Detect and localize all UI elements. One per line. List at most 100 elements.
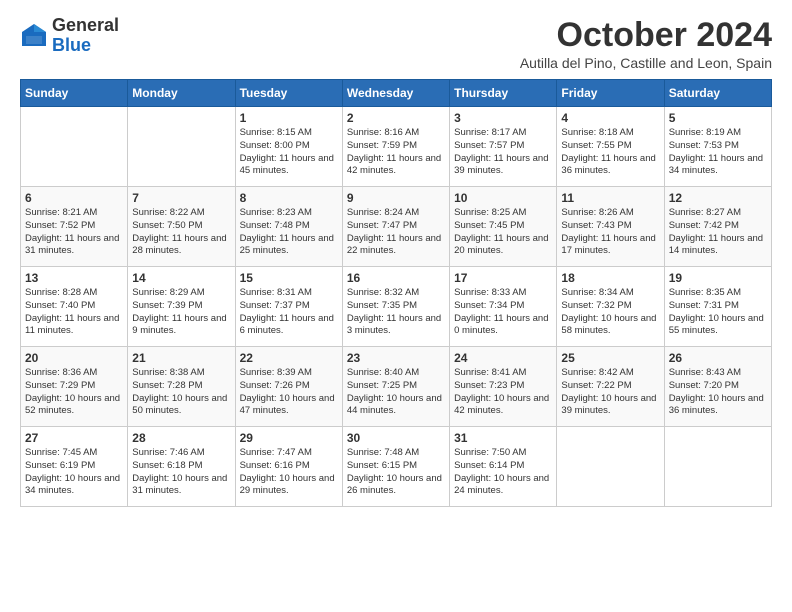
month-title: October 2024 — [520, 16, 772, 55]
calendar-cell: 19 Sunrise: 8:35 AMSunset: 7:31 PMDayligh… — [664, 267, 771, 347]
calendar-cell: 30 Sunrise: 7:48 AMSunset: 6:15 PMDayligh… — [342, 427, 449, 507]
day-number: 24 — [454, 351, 552, 365]
page: General Blue October 2024 Autilla del Pi… — [0, 0, 792, 523]
day-number: 29 — [240, 431, 338, 445]
day-detail: Sunrise: 8:40 AMSunset: 7:25 PMDaylight:… — [347, 367, 445, 418]
day-number: 30 — [347, 431, 445, 445]
day-detail: Sunrise: 8:41 AMSunset: 7:23 PMDaylight:… — [454, 367, 552, 418]
calendar-cell — [21, 107, 128, 187]
day-detail: Sunrise: 8:18 AMSunset: 7:55 PMDaylight:… — [561, 127, 659, 178]
day-detail: Sunrise: 8:26 AMSunset: 7:43 PMDaylight:… — [561, 207, 659, 258]
calendar-cell: 9 Sunrise: 8:24 AMSunset: 7:47 PMDaylight… — [342, 187, 449, 267]
calendar-cell: 10 Sunrise: 8:25 AMSunset: 7:45 PMDayligh… — [450, 187, 557, 267]
day-detail: Sunrise: 7:45 AMSunset: 6:19 PMDaylight:… — [25, 447, 123, 498]
day-detail: Sunrise: 8:24 AMSunset: 7:47 PMDaylight:… — [347, 207, 445, 258]
logo-text: General Blue — [52, 16, 119, 56]
day-number: 23 — [347, 351, 445, 365]
day-number: 16 — [347, 271, 445, 285]
calendar-table: SundayMondayTuesdayWednesdayThursdayFrid… — [20, 79, 772, 507]
day-detail: Sunrise: 8:34 AMSunset: 7:32 PMDaylight:… — [561, 287, 659, 338]
day-number: 14 — [132, 271, 230, 285]
day-number: 10 — [454, 191, 552, 205]
calendar-cell: 27 Sunrise: 7:45 AMSunset: 6:19 PMDayligh… — [21, 427, 128, 507]
day-detail: Sunrise: 8:28 AMSunset: 7:40 PMDaylight:… — [25, 287, 123, 338]
calendar-cell: 26 Sunrise: 8:43 AMSunset: 7:20 PMDayligh… — [664, 347, 771, 427]
day-number: 19 — [669, 271, 767, 285]
day-detail: Sunrise: 7:48 AMSunset: 6:15 PMDaylight:… — [347, 447, 445, 498]
day-detail: Sunrise: 8:23 AMSunset: 7:48 PMDaylight:… — [240, 207, 338, 258]
day-number: 13 — [25, 271, 123, 285]
day-detail: Sunrise: 8:31 AMSunset: 7:37 PMDaylight:… — [240, 287, 338, 338]
day-number: 12 — [669, 191, 767, 205]
day-detail: Sunrise: 8:42 AMSunset: 7:22 PMDaylight:… — [561, 367, 659, 418]
day-number: 7 — [132, 191, 230, 205]
weekday-header-row: SundayMondayTuesdayWednesdayThursdayFrid… — [21, 80, 772, 107]
day-number: 21 — [132, 351, 230, 365]
calendar-cell: 22Sunrise: 8:39 AMSunset: 7:26 PMDayligh… — [235, 347, 342, 427]
day-number: 2 — [347, 111, 445, 125]
calendar-week-row: 1Sunrise: 8:15 AMSunset: 8:00 PMDaylight… — [21, 107, 772, 187]
title-block: October 2024 Autilla del Pino, Castille … — [520, 16, 772, 71]
weekday-header-sunday: Sunday — [21, 80, 128, 107]
logo: General Blue — [20, 16, 119, 56]
calendar-cell — [664, 427, 771, 507]
day-number: 17 — [454, 271, 552, 285]
day-detail: Sunrise: 7:46 AMSunset: 6:18 PMDaylight:… — [132, 447, 230, 498]
calendar-cell: 7Sunrise: 8:22 AMSunset: 7:50 PMDaylight… — [128, 187, 235, 267]
day-detail: Sunrise: 7:47 AMSunset: 6:16 PMDaylight:… — [240, 447, 338, 498]
day-number: 5 — [669, 111, 767, 125]
weekday-header-thursday: Thursday — [450, 80, 557, 107]
day-number: 26 — [669, 351, 767, 365]
weekday-header-friday: Friday — [557, 80, 664, 107]
day-detail: Sunrise: 8:29 AMSunset: 7:39 PMDaylight:… — [132, 287, 230, 338]
day-detail: Sunrise: 8:15 AMSunset: 8:00 PMDaylight:… — [240, 127, 338, 178]
weekday-header-saturday: Saturday — [664, 80, 771, 107]
calendar-week-row: 6 Sunrise: 8:21 AMSunset: 7:52 PMDaylight… — [21, 187, 772, 267]
calendar-cell: 17 Sunrise: 8:33 AMSunset: 7:34 PMDayligh… — [450, 267, 557, 347]
day-detail: Sunrise: 8:36 AMSunset: 7:29 PMDaylight:… — [25, 367, 123, 418]
weekday-header-tuesday: Tuesday — [235, 80, 342, 107]
calendar-body: 1Sunrise: 8:15 AMSunset: 8:00 PMDaylight… — [21, 107, 772, 507]
calendar-cell: 3 Sunrise: 8:17 AMSunset: 7:57 PMDaylight… — [450, 107, 557, 187]
logo-blue-text: Blue — [52, 36, 119, 56]
day-number: 28 — [132, 431, 230, 445]
day-detail: Sunrise: 8:27 AMSunset: 7:42 PMDaylight:… — [669, 207, 767, 258]
day-number: 8 — [240, 191, 338, 205]
day-detail: Sunrise: 8:43 AMSunset: 7:20 PMDaylight:… — [669, 367, 767, 418]
calendar-cell — [128, 107, 235, 187]
calendar-cell: 28 Sunrise: 7:46 AMSunset: 6:18 PMDayligh… — [128, 427, 235, 507]
calendar-week-row: 27 Sunrise: 7:45 AMSunset: 6:19 PMDayligh… — [21, 427, 772, 507]
day-number: 25 — [561, 351, 659, 365]
calendar-week-row: 20 Sunrise: 8:36 AMSunset: 7:29 PMDayligh… — [21, 347, 772, 427]
day-number: 6 — [25, 191, 123, 205]
day-number: 9 — [347, 191, 445, 205]
calendar-cell: 8 Sunrise: 8:23 AMSunset: 7:48 PMDaylight… — [235, 187, 342, 267]
day-detail: Sunrise: 8:32 AMSunset: 7:35 PMDaylight:… — [347, 287, 445, 338]
day-number: 4 — [561, 111, 659, 125]
day-detail: Sunrise: 8:16 AMSunset: 7:59 PMDaylight:… — [347, 127, 445, 178]
day-detail: Sunrise: 8:35 AMSunset: 7:31 PMDaylight:… — [669, 287, 767, 338]
calendar-cell — [557, 427, 664, 507]
calendar-cell: 18 Sunrise: 8:34 AMSunset: 7:32 PMDayligh… — [557, 267, 664, 347]
day-number: 27 — [25, 431, 123, 445]
weekday-header-wednesday: Wednesday — [342, 80, 449, 107]
calendar-cell: 4 Sunrise: 8:18 AMSunset: 7:55 PMDaylight… — [557, 107, 664, 187]
logo-general-text: General — [52, 16, 119, 36]
calendar-week-row: 13 Sunrise: 8:28 AMSunset: 7:40 PMDayligh… — [21, 267, 772, 347]
day-detail: Sunrise: 8:17 AMSunset: 7:57 PMDaylight:… — [454, 127, 552, 178]
calendar-cell: 16 Sunrise: 8:32 AMSunset: 7:35 PMDayligh… — [342, 267, 449, 347]
calendar-cell: 5 Sunrise: 8:19 AMSunset: 7:53 PMDaylight… — [664, 107, 771, 187]
header: General Blue October 2024 Autilla del Pi… — [20, 16, 772, 71]
calendar-cell: 1Sunrise: 8:15 AMSunset: 8:00 PMDaylight… — [235, 107, 342, 187]
day-number: 18 — [561, 271, 659, 285]
calendar-cell: 29 Sunrise: 7:47 AMSunset: 6:16 PMDayligh… — [235, 427, 342, 507]
day-detail: Sunrise: 8:19 AMSunset: 7:53 PMDaylight:… — [669, 127, 767, 178]
day-detail: Sunrise: 8:25 AMSunset: 7:45 PMDaylight:… — [454, 207, 552, 258]
day-detail: Sunrise: 8:21 AMSunset: 7:52 PMDaylight:… — [25, 207, 123, 258]
calendar-cell: 11Sunrise: 8:26 AMSunset: 7:43 PMDayligh… — [557, 187, 664, 267]
calendar-cell: 31Sunrise: 7:50 AMSunset: 6:14 PMDayligh… — [450, 427, 557, 507]
calendar-cell: 14 Sunrise: 8:29 AMSunset: 7:39 PMDayligh… — [128, 267, 235, 347]
day-detail: Sunrise: 8:33 AMSunset: 7:34 PMDaylight:… — [454, 287, 552, 338]
day-number: 3 — [454, 111, 552, 125]
day-number: 20 — [25, 351, 123, 365]
